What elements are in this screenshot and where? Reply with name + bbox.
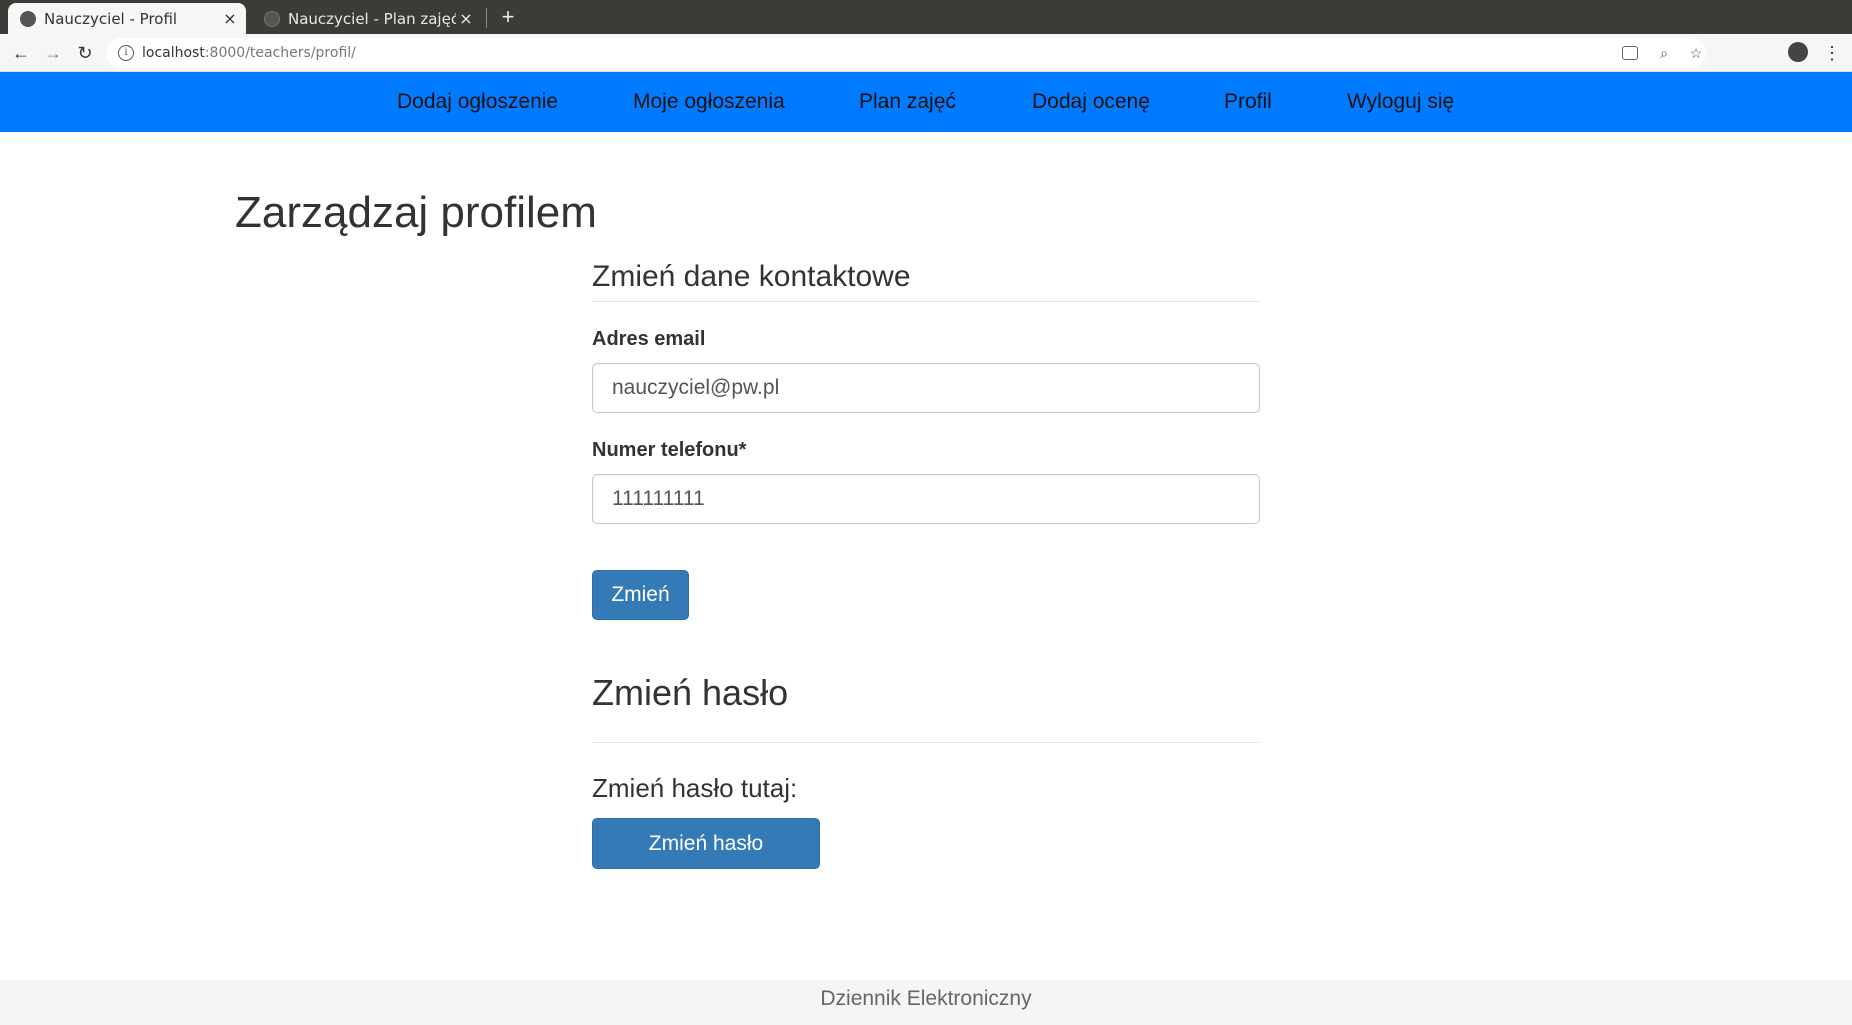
phone-field[interactable] <box>592 474 1260 524</box>
email-label: Adres email <box>592 328 706 350</box>
nav-dodaj-ocene[interactable]: Dodaj ocenę <box>1032 72 1150 132</box>
password-heading: Zmień hasło <box>592 672 789 713</box>
account-icon[interactable] <box>1788 42 1808 62</box>
divider <box>592 301 1260 302</box>
zoom-icon[interactable]: ⌕ <box>1654 43 1674 63</box>
browser-toolbar: ← → ↻ i localhost:8000/teachers/profil/ … <box>0 34 1852 72</box>
footer: Dziennik Elektroniczny <box>0 980 1852 1025</box>
site-info-icon[interactable]: i <box>118 45 134 61</box>
nav-dodaj-ogloszenie[interactable]: Dodaj ogłoszenie <box>397 72 558 132</box>
nav-plan-zajec[interactable]: Plan zajęć <box>859 72 956 132</box>
address-bar[interactable]: i localhost:8000/teachers/profil/ ☆ ⌕ <box>106 38 1706 68</box>
close-icon[interactable]: × <box>220 9 240 28</box>
new-tab-button[interactable]: + <box>496 2 520 32</box>
email-field[interactable] <box>592 363 1260 413</box>
url-host: localhost <box>142 45 205 61</box>
tab-title: Nauczyciel - Plan zajęć <box>288 9 456 28</box>
nav-wyloguj[interactable]: Wyloguj się <box>1347 72 1454 132</box>
tab-title: Nauczyciel - Profil <box>44 9 178 28</box>
password-prompt: Zmień hasło tutaj: <box>592 773 798 803</box>
tab-profil[interactable]: Nauczyciel - Profil × <box>8 3 246 34</box>
close-icon[interactable]: × <box>456 9 476 28</box>
phone-label: Numer telefonu* <box>592 439 747 461</box>
browser-tabstrip: Nauczyciel - Profil × Nauczyciel - Plan … <box>0 0 1852 34</box>
reload-button[interactable]: ↻ <box>71 39 99 67</box>
globe-icon <box>20 10 36 27</box>
tab-separator <box>486 8 487 28</box>
back-button[interactable]: ← <box>7 39 35 67</box>
divider <box>592 742 1260 743</box>
menu-icon[interactable]: ⋮ <box>1818 39 1846 67</box>
globe-icon <box>264 10 280 27</box>
nav-profil[interactable]: Profil <box>1224 72 1272 132</box>
url-path: :8000/teachers/profil/ <box>204 45 356 61</box>
footer-text: Dziennik Elektroniczny <box>820 987 1032 1010</box>
save-contact-button[interactable]: Zmień <box>592 570 689 620</box>
tab-plan-zajec[interactable]: Nauczyciel - Plan zajęć × <box>252 3 482 34</box>
star-icon[interactable]: ☆ <box>1686 43 1706 63</box>
contact-heading: Zmień dane kontaktowe <box>592 260 911 293</box>
forward-button[interactable]: → <box>39 39 67 67</box>
page-title: Zarządzaj profilem <box>235 188 597 237</box>
nav-moje-ogloszenia[interactable]: Moje ogłoszenia <box>633 72 785 132</box>
site-navbar: Dodaj ogłoszenie Moje ogłoszenia Plan za… <box>0 72 1852 132</box>
url-text: localhost:8000/teachers/profil/ <box>142 45 356 61</box>
translate-icon[interactable] <box>1622 46 1638 60</box>
change-password-button[interactable]: Zmień hasło <box>592 818 820 869</box>
